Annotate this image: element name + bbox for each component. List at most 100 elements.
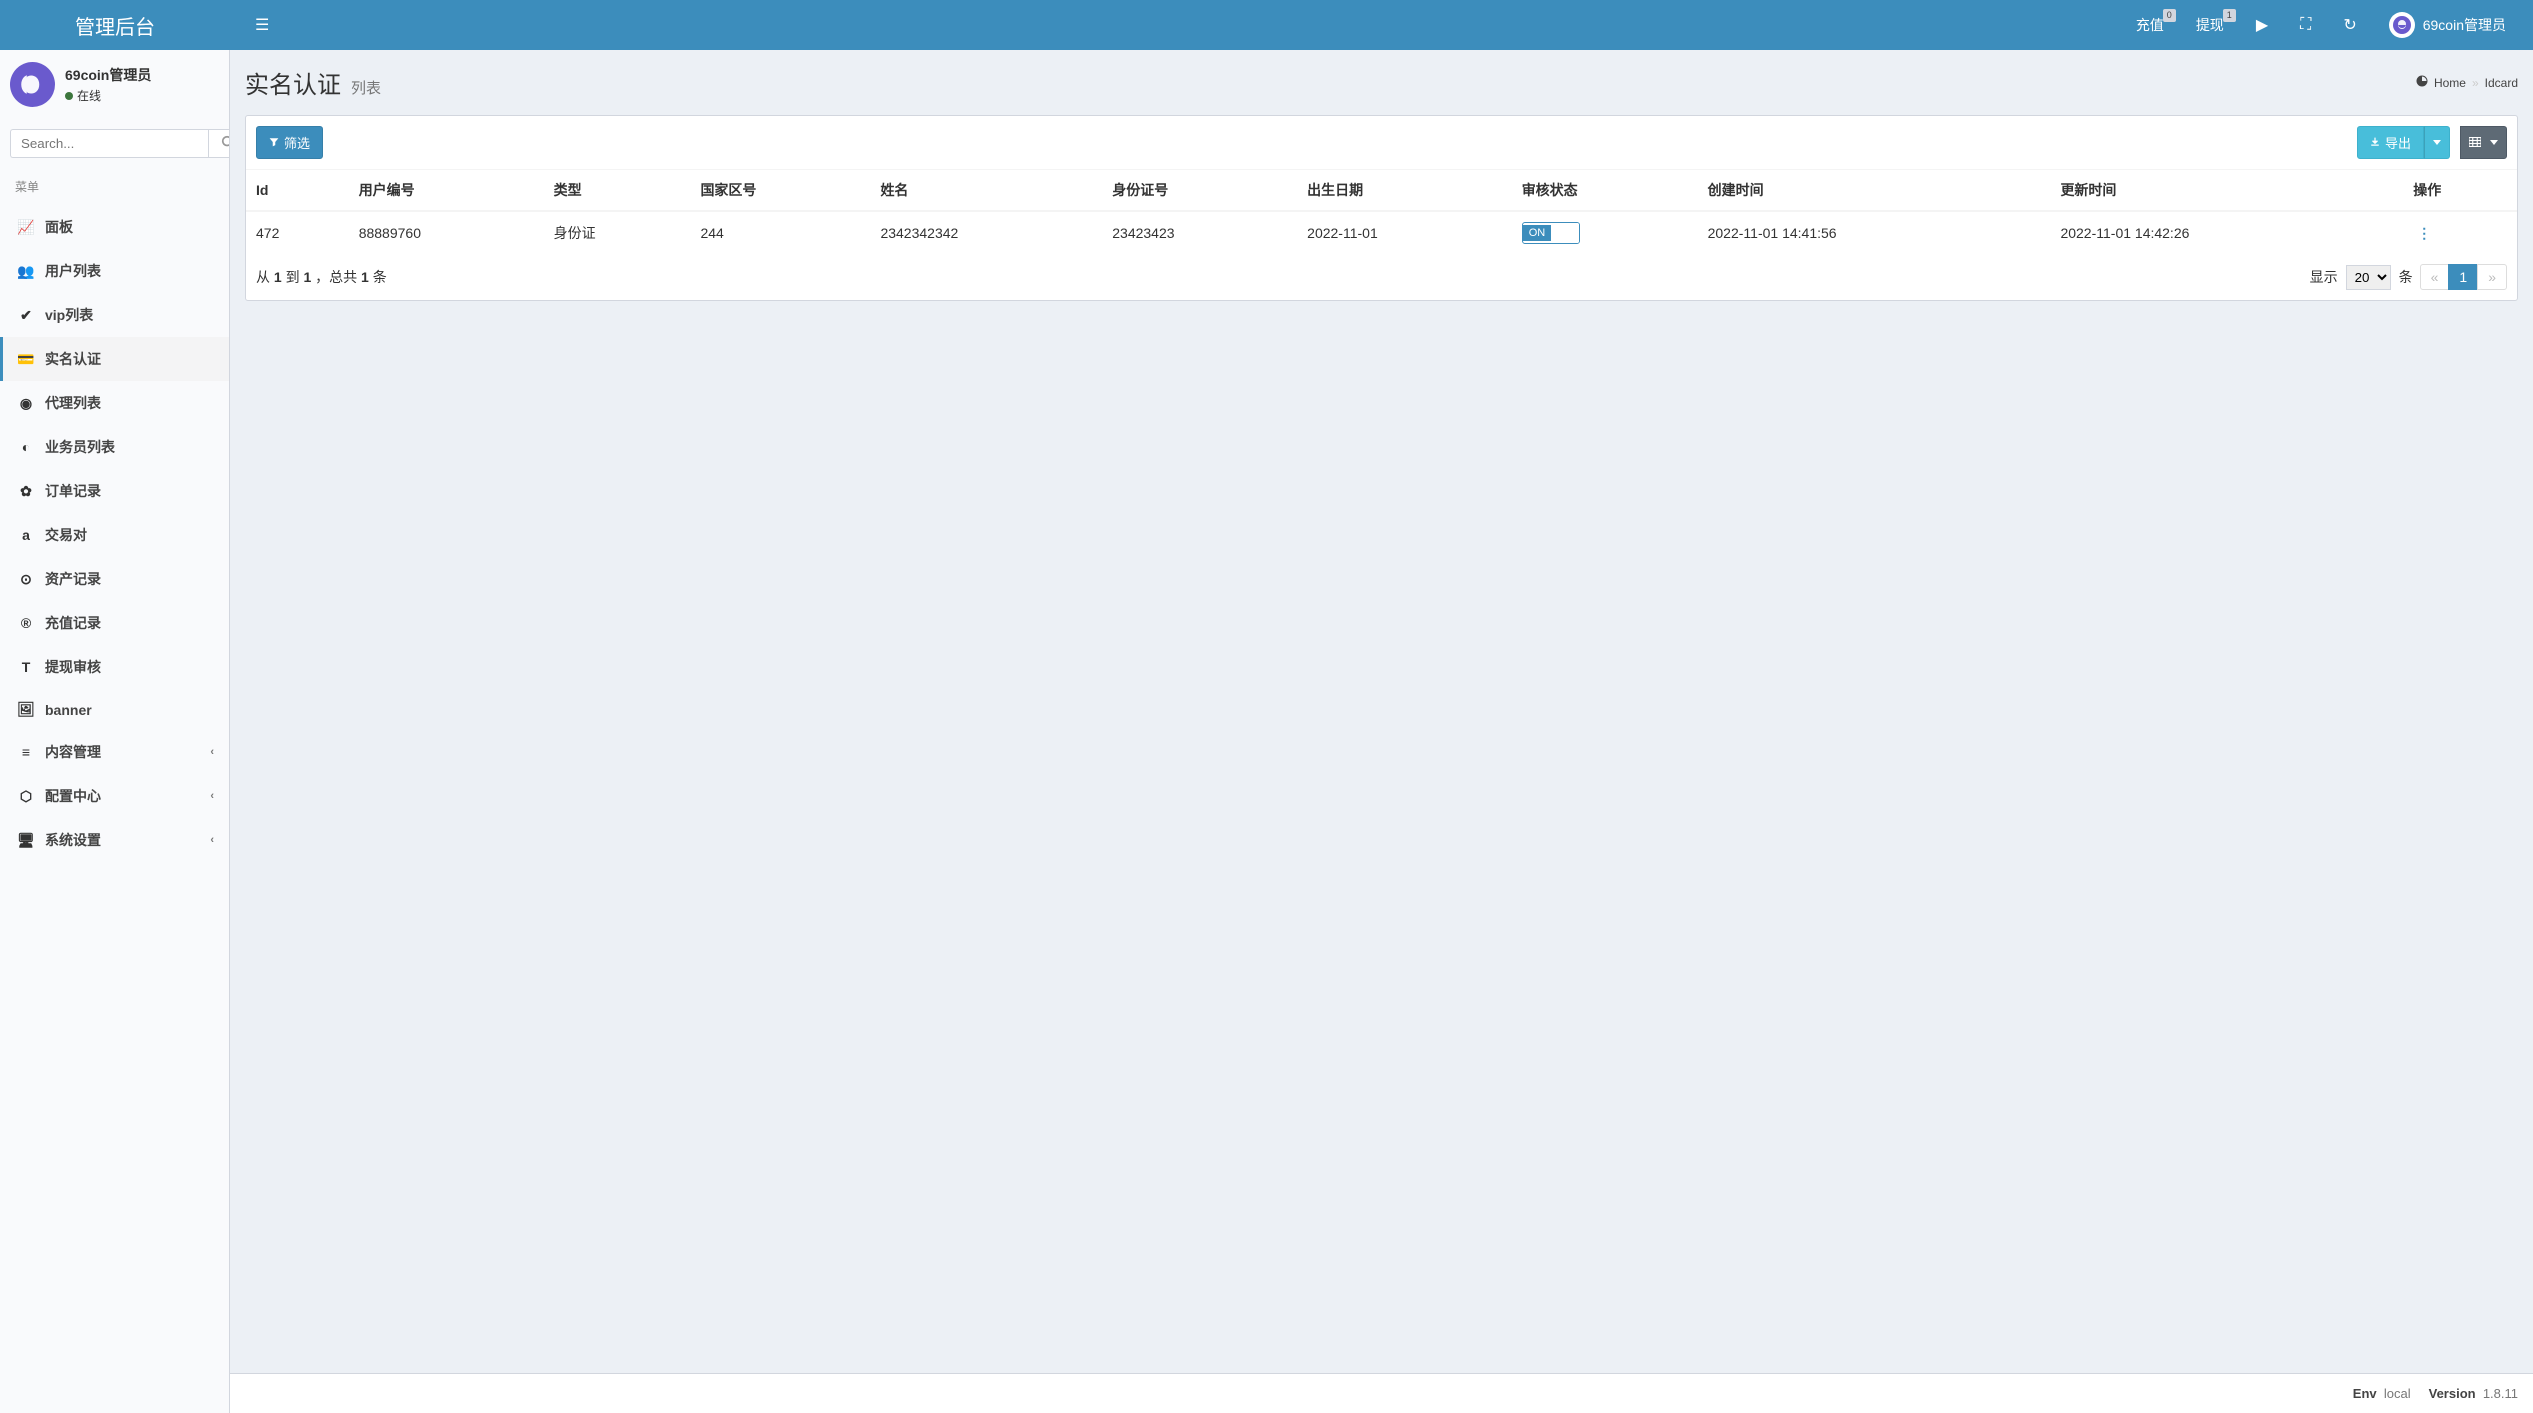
sidebar-item-label: 订单记录 bbox=[45, 481, 101, 501]
sidebar-item-2[interactable]: ✔vip列表 bbox=[0, 293, 229, 337]
chevron-left-icon: ‹ bbox=[210, 746, 214, 758]
sidebar-item-label: 实名认证 bbox=[45, 349, 101, 369]
env-value: local bbox=[2384, 1386, 2411, 1401]
export-dropdown-toggle[interactable] bbox=[2424, 126, 2450, 159]
user-panel-status-text: 在线 bbox=[77, 87, 101, 104]
status-switch[interactable]: ON bbox=[1522, 222, 1581, 244]
dashboard-icon bbox=[2416, 75, 2428, 90]
nav-withdraw[interactable]: 提现 1 bbox=[2184, 5, 2236, 45]
export-button[interactable]: 导出 bbox=[2357, 126, 2424, 159]
nav-recharge-badge: 0 bbox=[2163, 9, 2176, 22]
table-cell: 244 bbox=[690, 211, 870, 254]
sidebar-item-8[interactable]: ⊙资产记录 bbox=[0, 557, 229, 601]
search-button[interactable] bbox=[208, 129, 230, 158]
breadcrumb-home[interactable]: Home bbox=[2434, 76, 2466, 90]
table-cell: 88889760 bbox=[349, 211, 544, 254]
nav-fullscreen-icon[interactable]: ⛶ bbox=[2288, 6, 2323, 44]
menu-icon: 💳 bbox=[15, 351, 37, 368]
sidebar-item-5[interactable]: ◐业务员列表 bbox=[0, 425, 229, 469]
breadcrumb: Home » Idcard bbox=[2416, 75, 2518, 90]
page-next[interactable]: » bbox=[2477, 264, 2507, 290]
export-button-label: 导出 bbox=[2385, 133, 2411, 152]
sidebar-item-label: 代理列表 bbox=[45, 393, 101, 413]
table-row: 47288889760身份证2442342342342234234232022-… bbox=[246, 211, 2517, 254]
show-label: 显示 bbox=[2310, 267, 2338, 287]
caret-down-icon bbox=[2490, 140, 2498, 145]
data-table: Id用户编号类型国家区号姓名身份证号出生日期审核状态创建时间更新时间操作 472… bbox=[246, 169, 2517, 254]
nav-recharge[interactable]: 充值 0 bbox=[2124, 5, 2176, 45]
filter-button-label: 筛选 bbox=[284, 133, 310, 152]
column-header[interactable]: 操作 bbox=[2403, 170, 2517, 212]
sidebar-item-1[interactable]: 👥 用户列表 bbox=[0, 249, 229, 293]
column-header[interactable]: 用户编号 bbox=[349, 170, 544, 212]
sidebar-item-7[interactable]: a交易对 bbox=[0, 513, 229, 557]
menu-icon: 👥 bbox=[15, 263, 37, 280]
nav-refresh-icon[interactable]: ↻ bbox=[2331, 5, 2368, 45]
per-page-select[interactable]: 20 bbox=[2346, 265, 2391, 290]
download-icon bbox=[2370, 135, 2380, 150]
env-label: Env bbox=[2353, 1386, 2377, 1401]
sidebar-item-label: 提现审核 bbox=[45, 657, 101, 677]
columns-button-group bbox=[2460, 126, 2507, 159]
search-input[interactable] bbox=[10, 129, 208, 158]
export-button-group: 导出 bbox=[2357, 126, 2450, 159]
table-cell: 2342342342 bbox=[870, 211, 1102, 254]
sidebar-item-4[interactable]: ◉代理列表 bbox=[0, 381, 229, 425]
menu-icon: ⬡ bbox=[15, 788, 37, 805]
nav-username: 69coin管理员 bbox=[2423, 15, 2506, 35]
column-header[interactable]: 身份证号 bbox=[1102, 170, 1297, 212]
column-header[interactable]: 审核状态 bbox=[1512, 170, 1698, 212]
version-value: 1.8.11 bbox=[2483, 1386, 2518, 1401]
page-prev[interactable]: « bbox=[2420, 264, 2450, 290]
menu-icon: 📈 bbox=[15, 219, 37, 236]
column-header[interactable]: 出生日期 bbox=[1297, 170, 1512, 212]
sidebar-item-13[interactable]: ⬡配置中心‹ bbox=[0, 774, 229, 818]
column-header[interactable]: Id bbox=[246, 170, 349, 212]
sidebar-item-3[interactable]: 💳 实名认证 bbox=[0, 337, 229, 381]
grid-icon bbox=[2469, 135, 2481, 150]
sidebar-item-label: 内容管理 bbox=[45, 742, 101, 762]
menu-icon: ✔ bbox=[15, 307, 37, 324]
column-header[interactable]: 更新时间 bbox=[2050, 170, 2403, 212]
sidebar-item-14[interactable]: 🖥系统设置‹ bbox=[0, 818, 229, 862]
sidebar-item-label: 用户列表 bbox=[45, 261, 101, 281]
table-body: 47288889760身份证2442342342342234234232022-… bbox=[246, 211, 2517, 254]
user-panel-avatar-icon bbox=[10, 62, 55, 107]
menu-icon: ≡ bbox=[15, 744, 37, 760]
box-header: 筛选 导出 bbox=[246, 116, 2517, 169]
nav-user[interactable]: 69coin管理员 bbox=[2377, 2, 2518, 48]
nav-withdraw-label: 提现 bbox=[2196, 15, 2224, 35]
nav-play-icon[interactable]: ▶ bbox=[2244, 5, 2280, 45]
column-header[interactable]: 类型 bbox=[544, 170, 691, 212]
navbar: ☰ 充值 0 提现 1 ▶ ⛶ ↻ 69coin管理员 bbox=[230, 0, 2533, 50]
column-header[interactable]: 姓名 bbox=[870, 170, 1102, 212]
menu-icon: ✿ bbox=[15, 483, 37, 500]
columns-button[interactable] bbox=[2460, 126, 2507, 159]
pagination: « 1 » bbox=[2421, 264, 2507, 290]
logo[interactable]: 管理后台 bbox=[0, 0, 230, 50]
sidebar-item-10[interactable]: T 提现审核 bbox=[0, 645, 229, 689]
row-actions-icon[interactable]: ⋮ bbox=[2413, 225, 2435, 241]
table-cell: 2022-11-01 14:41:56 bbox=[1698, 211, 2051, 254]
switch-on-label: ON bbox=[1523, 225, 1552, 241]
column-header[interactable]: 创建时间 bbox=[1698, 170, 2051, 212]
sidebar-toggle-icon[interactable]: ☰ bbox=[245, 15, 279, 35]
sidebar-item-11[interactable]: 🖼banner bbox=[0, 689, 229, 730]
main-header: 管理后台 ☰ 充值 0 提现 1 ▶ ⛶ ↻ 69coin管理员 bbox=[0, 0, 2533, 50]
sidebar-search bbox=[10, 129, 219, 158]
nav-recharge-label: 充值 bbox=[2136, 15, 2164, 35]
sidebar-item-6[interactable]: ✿ 订单记录 bbox=[0, 469, 229, 513]
table-cell: ⋮ bbox=[2403, 211, 2517, 254]
user-panel-name: 69coin管理员 bbox=[65, 65, 151, 85]
sidebar-item-0[interactable]: 📈面板 bbox=[0, 205, 229, 249]
menu-icon: ◐ bbox=[15, 439, 37, 455]
sidebar-item-9[interactable]: ®充值记录 bbox=[0, 601, 229, 645]
sidebar-item-12[interactable]: ≡ 内容管理 ‹ bbox=[0, 730, 229, 774]
column-header[interactable]: 国家区号 bbox=[690, 170, 870, 212]
menu-icon: T bbox=[15, 659, 37, 675]
filter-button[interactable]: 筛选 bbox=[256, 126, 323, 159]
page-subtitle: 列表 bbox=[351, 77, 381, 98]
data-box: 筛选 导出 bbox=[245, 115, 2518, 301]
page-current[interactable]: 1 bbox=[2448, 264, 2478, 290]
sidebar-item-label: banner bbox=[45, 702, 92, 718]
